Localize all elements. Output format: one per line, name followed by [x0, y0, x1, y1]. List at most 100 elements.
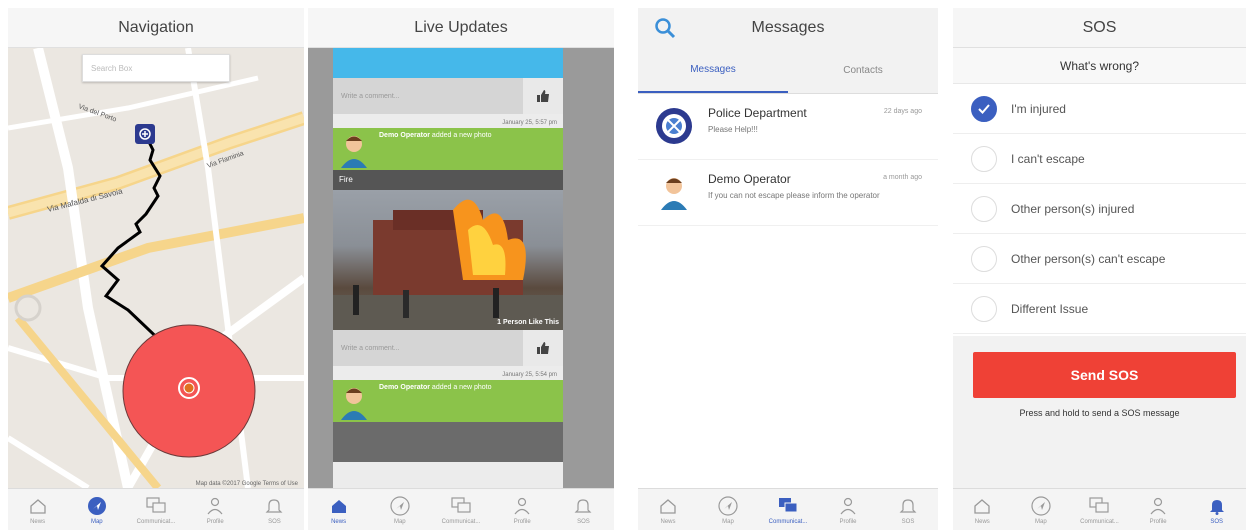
tab-contacts[interactable]: Contacts — [788, 48, 938, 93]
search-input[interactable]: Search Box — [82, 54, 230, 82]
live-updates-screen: Live Updates Write a comment... January … — [308, 8, 614, 530]
tab-messages[interactable]: Messages — [638, 48, 788, 93]
home-icon — [971, 495, 993, 517]
post-header: Demo Operator added a new photo — [333, 380, 563, 422]
radio-button[interactable] — [971, 295, 997, 322]
tab-map[interactable]: Map — [698, 489, 758, 530]
tab-bar: News Map Communicat... Profile SOS — [953, 488, 1246, 530]
radio-button[interactable] — [971, 145, 997, 172]
tab-sos[interactable]: SOS — [245, 489, 304, 530]
message-preview: If you can not escape please inform the … — [708, 191, 880, 200]
navigation-icon — [389, 495, 411, 517]
sos-action-area: Send SOS Press and hold to send a SOS me… — [953, 336, 1246, 488]
tab-communication[interactable]: Communicat... — [1070, 489, 1129, 530]
timestamp: January 25, 5:57 pm — [502, 120, 557, 126]
chat-icon — [145, 495, 167, 517]
chat-icon — [450, 495, 472, 517]
home-icon — [657, 495, 679, 517]
hospital-icon — [139, 128, 151, 140]
page-title: SOS — [1082, 18, 1117, 36]
comment-input[interactable]: Write a comment... — [333, 78, 563, 114]
avatar — [654, 172, 694, 212]
page-title: Live Updates — [414, 18, 508, 36]
option-injured[interactable]: I'm injured — [953, 84, 1246, 134]
live-updates-header: Live Updates — [308, 8, 614, 48]
tab-profile[interactable]: Profile — [492, 489, 553, 530]
tab-sos[interactable]: SOS — [553, 489, 614, 530]
tab-communication[interactable]: Communicat... — [430, 489, 491, 530]
home-icon — [328, 495, 350, 517]
tab-news[interactable]: News — [8, 489, 67, 530]
destination-marker[interactable] — [135, 124, 155, 144]
updates-feed[interactable]: Write a comment... January 25, 5:57 pm D… — [333, 48, 563, 488]
photo-title: Fire — [333, 170, 563, 190]
tab-bar: News Map Communicat... Profile SOS — [638, 488, 938, 530]
messages-tabs: Messages Contacts — [638, 48, 938, 94]
person-icon — [1147, 495, 1169, 517]
bell-icon — [1206, 495, 1228, 517]
person-icon — [511, 495, 533, 517]
person-icon — [204, 495, 226, 517]
tab-sos[interactable]: SOS — [878, 489, 938, 530]
navigation-icon — [1030, 495, 1052, 517]
tab-communication[interactable]: Communicat... — [758, 489, 818, 530]
tab-profile[interactable]: Profile — [1129, 489, 1188, 530]
tab-map[interactable]: Map — [1012, 489, 1071, 530]
messages-header: Messages — [638, 8, 938, 48]
option-other-injured[interactable]: Other person(s) injured — [953, 184, 1246, 234]
tab-bar: News Map Communicat... Profile SOS — [8, 488, 304, 530]
map-attribution: Map data ©2017 Google Terms of Use — [195, 481, 298, 487]
messages-screen: Messages Messages Contacts Police Depart… — [638, 8, 938, 530]
avatar — [337, 384, 371, 420]
tab-news[interactable]: News — [953, 489, 1012, 530]
fire-photo[interactable]: 1 Person Like This — [333, 190, 563, 330]
tab-profile[interactable]: Profile — [186, 489, 245, 530]
chat-icon — [1088, 495, 1110, 517]
message-time: a month ago — [883, 174, 922, 181]
option-cant-escape[interactable]: I can't escape — [953, 134, 1246, 184]
like-icon[interactable] — [523, 330, 563, 366]
sos-screen: SOS What's wrong? I'm injured I can't es… — [953, 8, 1246, 530]
message-preview: Please Help!!! — [708, 125, 758, 134]
tab-profile[interactable]: Profile — [818, 489, 878, 530]
like-icon[interactable] — [523, 78, 563, 114]
person-icon — [837, 495, 859, 517]
likes-caption: 1 Person Like This — [497, 319, 559, 326]
map-canvas: Via Mafalda di Savoia Via Flaminia Via d… — [8, 48, 304, 488]
page-title: Messages — [751, 19, 825, 36]
question-label: What's wrong? — [953, 48, 1246, 84]
bell-icon — [897, 495, 919, 517]
tab-news[interactable]: News — [638, 489, 698, 530]
police-badge-icon — [654, 106, 694, 146]
option-different-issue[interactable]: Different Issue — [953, 284, 1246, 334]
bell-icon — [263, 495, 285, 517]
message-time: 22 days ago — [883, 108, 922, 115]
timestamp: January 25, 5:54 pm — [502, 372, 557, 378]
tab-map[interactable]: Map — [369, 489, 430, 530]
map-view[interactable]: Via Mafalda di Savoia Via Flaminia Via d… — [8, 48, 304, 488]
tab-sos[interactable]: SOS — [1187, 489, 1246, 530]
send-sos-button[interactable]: Send SOS — [973, 352, 1236, 398]
navigation-icon — [717, 495, 739, 517]
radio-button[interactable] — [971, 195, 997, 222]
list-item[interactable]: Demo Operator If you can not escape plea… — [638, 160, 938, 226]
home-icon — [27, 495, 49, 517]
photo-preview — [333, 422, 563, 462]
page-title: Navigation — [118, 18, 194, 36]
list-item[interactable]: Police Department Please Help!!! 22 days… — [638, 94, 938, 160]
post-header: Demo Operator added a new photo — [333, 128, 563, 170]
navigation-header: Navigation — [8, 8, 304, 48]
tab-news[interactable]: News — [308, 489, 369, 530]
check-icon[interactable] — [971, 95, 997, 122]
option-other-cant-escape[interactable]: Other person(s) can't escape — [953, 234, 1246, 284]
fire-image — [333, 199, 563, 330]
comment-input[interactable]: Write a comment... — [333, 330, 563, 366]
navigation-screen: Navigation Via Mafalda di Savoia Via Fla… — [8, 8, 304, 530]
bell-icon — [572, 495, 594, 517]
tab-map[interactable]: Map — [67, 489, 126, 530]
sos-hint: Press and hold to send a SOS message — [1019, 408, 1180, 418]
radio-button[interactable] — [971, 245, 997, 272]
tab-communication[interactable]: Communicat... — [126, 489, 185, 530]
sos-header: SOS — [953, 8, 1246, 48]
tab-bar: News Map Communicat... Profile SOS — [308, 488, 614, 530]
